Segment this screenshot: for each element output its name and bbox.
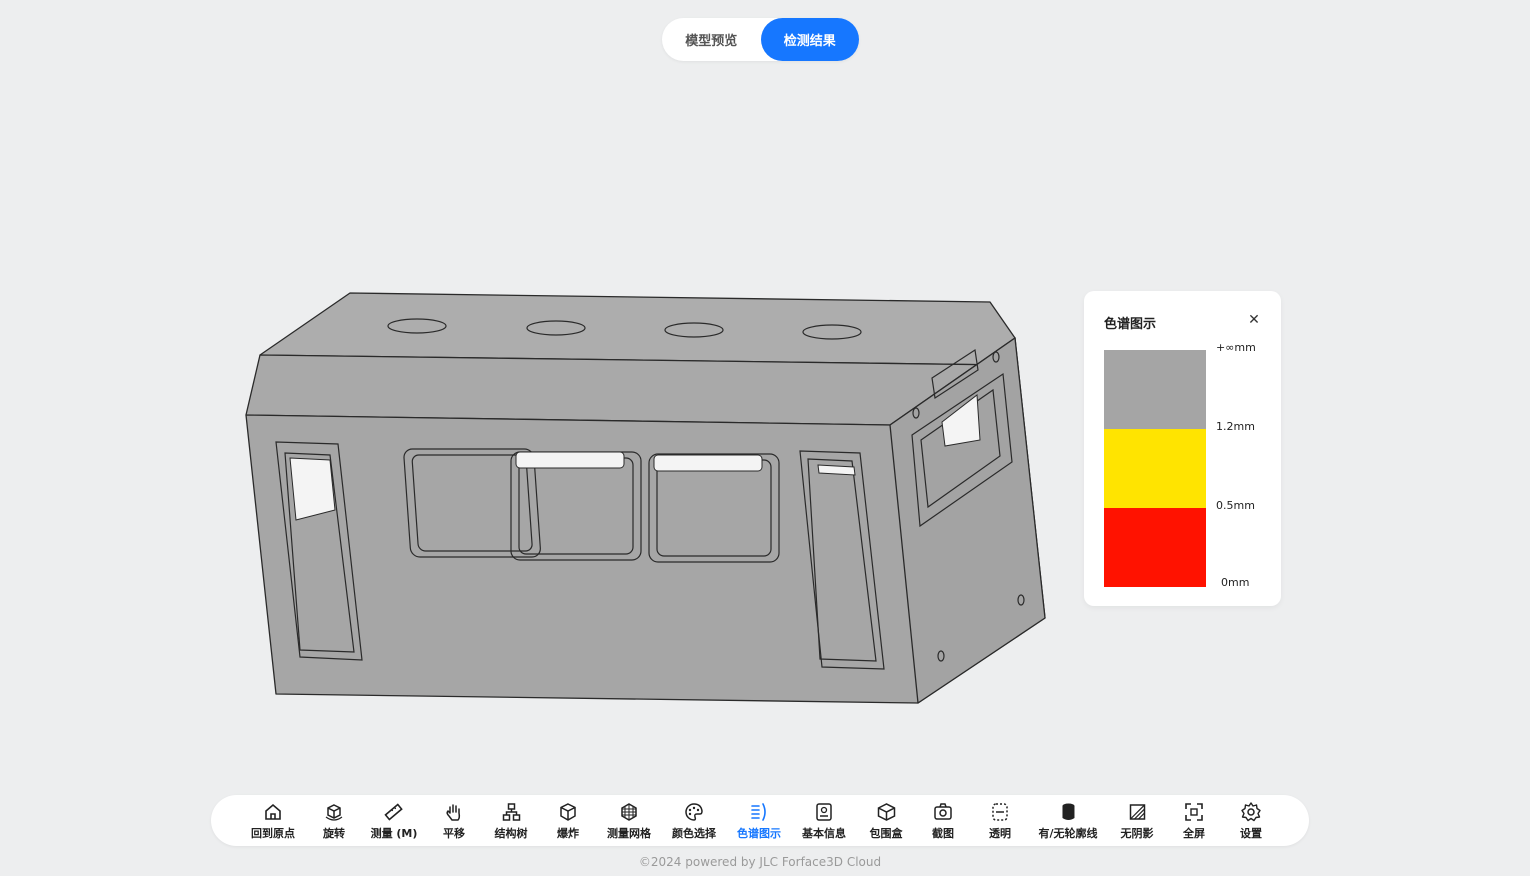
gear-icon <box>1240 801 1262 823</box>
color-select-button[interactable]: 颜色选择 <box>672 799 716 843</box>
measure-grid-button[interactable]: 测量网格 <box>607 799 651 843</box>
grid-sphere-icon <box>618 801 640 823</box>
fullscreen-button[interactable]: 全屏 <box>1183 799 1205 843</box>
bottom-toolbar: 回到原点 旋转 测量 (M) 平移 结构树 爆炸 测量网格 颜色选择 色谱图示 … <box>211 795 1309 846</box>
palette-icon <box>683 801 705 823</box>
enclosure-model[interactable] <box>0 0 1530 876</box>
spectrum-icon <box>748 801 770 823</box>
color-spectrum-panel: 色谱图示 ✕ +∞mm 1.2mm 0.5mm 0mm <box>1084 291 1281 606</box>
legend-title: 色谱图示 <box>1104 317 1157 332</box>
pan-button[interactable]: 平移 <box>443 799 465 843</box>
tree-icon <box>500 801 522 823</box>
home-button[interactable]: 回到原点 <box>251 799 295 843</box>
structure-tree-button[interactable]: 结构树 <box>495 799 528 843</box>
camera-icon <box>932 801 954 823</box>
measure-button[interactable]: 测量 (M) <box>371 799 417 843</box>
scale-label-0-5: 0.5mm <box>1216 499 1255 512</box>
info-doc-icon <box>813 801 835 823</box>
basic-info-button[interactable]: 基本信息 <box>802 799 846 843</box>
scale-label-1-2: 1.2mm <box>1216 420 1255 433</box>
color-spectrum-button[interactable]: 色谱图示 <box>737 799 781 843</box>
explode-button[interactable]: 爆炸 <box>557 799 579 843</box>
scale-label-0: 0mm <box>1221 576 1250 589</box>
fullscreen-icon <box>1183 801 1205 823</box>
explode-cube-icon <box>557 801 579 823</box>
scale-label-infinity: +∞mm <box>1216 341 1256 354</box>
color-band-red <box>1104 508 1206 587</box>
footer-copyright: ©2024 powered by JLC Forface3D Cloud <box>638 855 882 869</box>
model-top-face <box>259 292 1016 366</box>
close-icon[interactable]: ✕ <box>1246 312 1262 328</box>
home-icon <box>262 801 284 823</box>
3d-viewport[interactable] <box>0 0 1530 876</box>
bounding-box-icon <box>875 801 897 823</box>
color-band-yellow <box>1104 429 1206 508</box>
rotate-button[interactable]: 旋转 <box>323 799 345 843</box>
transparent-button[interactable]: 透明 <box>989 799 1011 843</box>
transparent-icon <box>989 801 1011 823</box>
ruler-icon <box>383 801 405 823</box>
screenshot-button[interactable]: 截图 <box>932 799 954 843</box>
settings-button[interactable]: 设置 <box>1240 799 1262 843</box>
rotate-cube-icon <box>323 801 345 823</box>
color-scale <box>1104 350 1206 587</box>
no-shadow-button[interactable]: 无阴影 <box>1121 799 1154 843</box>
hand-icon <box>443 801 465 823</box>
outline-cylinder-icon <box>1057 801 1079 823</box>
no-shadow-icon <box>1126 801 1148 823</box>
bounding-box-button[interactable]: 包围盒 <box>870 799 903 843</box>
outline-toggle-button[interactable]: 有/无轮廓线 <box>1038 799 1098 843</box>
color-band-gray <box>1104 350 1206 429</box>
